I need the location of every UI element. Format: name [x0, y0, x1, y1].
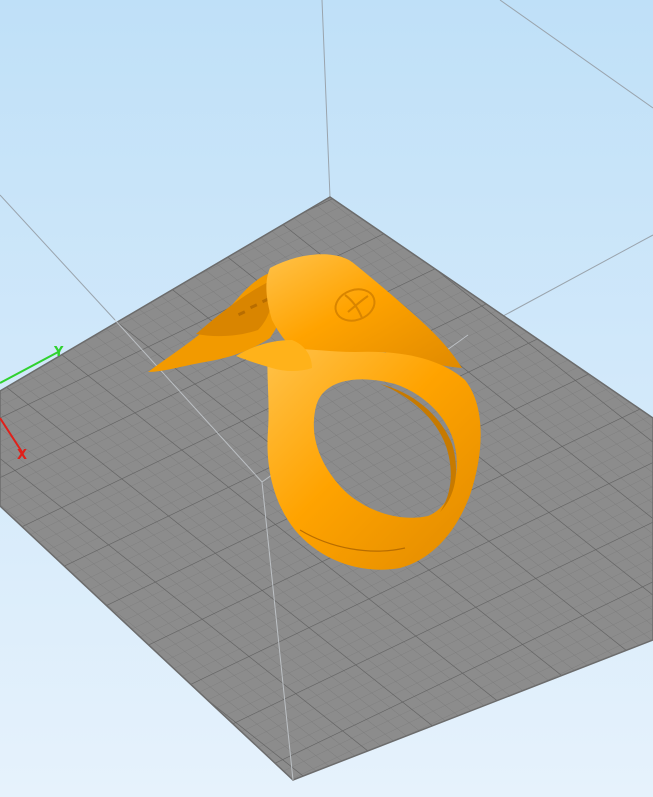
x-axis-label: X	[17, 448, 27, 463]
3d-viewport[interactable]: Y X	[0, 0, 653, 797]
y-axis-label: Y	[53, 345, 64, 360]
scene-canvas[interactable]: Y X	[0, 0, 653, 797]
